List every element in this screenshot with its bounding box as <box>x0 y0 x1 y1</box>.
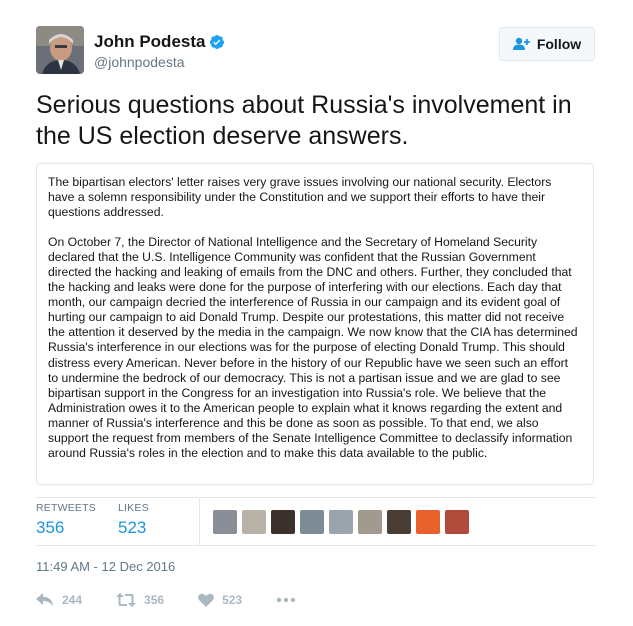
heart-icon <box>198 593 214 607</box>
liker-avatar-2[interactable] <box>242 510 266 534</box>
stats-separator <box>199 497 200 545</box>
likes-label: LIKES <box>118 502 149 514</box>
author-name-row: John Podesta <box>94 32 225 52</box>
follow-button-label: Follow <box>536 36 582 52</box>
liker-avatar-1[interactable] <box>213 510 237 534</box>
liker-avatar-8[interactable] <box>416 510 440 534</box>
tweet-timestamp[interactable]: 11:49 AM - 12 Dec 2016 <box>36 559 175 574</box>
author-avatar[interactable] <box>36 26 84 74</box>
tweet-text: Serious questions about Russia's involve… <box>36 91 572 150</box>
author-name[interactable]: John Podesta <box>94 32 205 52</box>
liker-avatar-4[interactable] <box>300 510 324 534</box>
divider <box>36 545 596 546</box>
liker-avatar-6[interactable] <box>358 510 382 534</box>
retweet-count: 356 <box>144 593 165 607</box>
like-button[interactable]: 523 <box>198 593 242 607</box>
reply-button[interactable]: 244 <box>36 593 82 607</box>
liker-avatar-7[interactable] <box>387 510 411 534</box>
like-count: 523 <box>222 593 243 607</box>
retweets-stat[interactable]: RETWEETS 356 <box>36 502 96 538</box>
add-user-icon <box>512 37 530 50</box>
reply-count: 244 <box>62 593 83 607</box>
tweet-actions: 244 356 523 <box>36 590 296 610</box>
retweets-count: 356 <box>36 518 65 537</box>
liker-avatars <box>213 510 474 534</box>
retweet-icon <box>116 593 137 607</box>
follow-button[interactable]: Follow <box>499 27 595 61</box>
more-dots-icon <box>276 597 296 603</box>
reply-icon <box>36 593 53 606</box>
tweet-stats: RETWEETS 356 LIKES 523 <box>36 497 596 545</box>
author-handle[interactable]: @johnpodesta <box>94 54 185 70</box>
letter-paragraph-1: The bipartisan electors' letter raises v… <box>48 175 552 220</box>
more-button[interactable] <box>276 597 296 603</box>
liker-avatar-3[interactable] <box>271 510 295 534</box>
verified-badge-icon <box>210 35 225 49</box>
retweets-label: RETWEETS <box>36 502 96 514</box>
retweet-button[interactable]: 356 <box>116 593 164 607</box>
tweet-attached-image[interactable]: The bipartisan electors' letter raises v… <box>36 163 594 485</box>
likes-count: 523 <box>118 518 147 537</box>
letter-paragraph-2: On October 7, the Director of National I… <box>48 235 578 460</box>
liker-avatar-9[interactable] <box>445 510 469 534</box>
likes-stat[interactable]: LIKES 523 <box>118 502 149 538</box>
liker-avatar-5[interactable] <box>329 510 353 534</box>
